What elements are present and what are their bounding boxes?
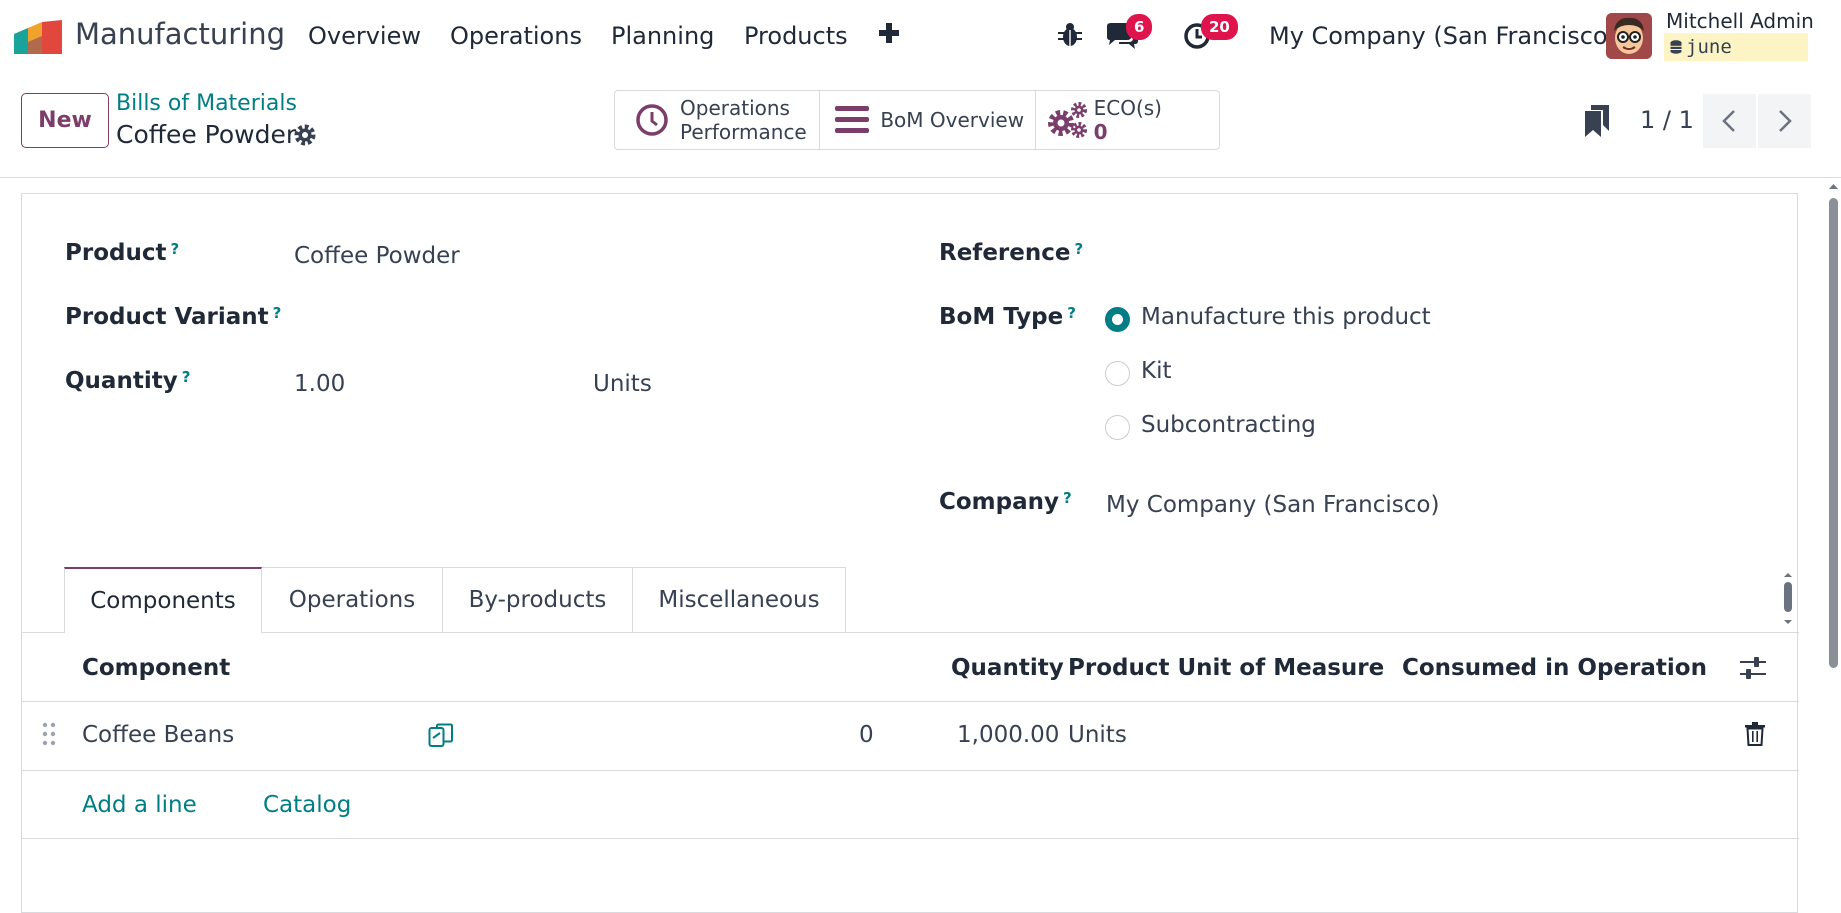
quantity-help[interactable]: ? xyxy=(182,368,191,386)
table-bottom-divider xyxy=(22,838,1799,839)
bom-type-label: BoM Type? xyxy=(939,304,1076,330)
cell-quantity[interactable]: 1,000.00 xyxy=(957,722,1059,748)
cell-forecast: 0 xyxy=(859,722,874,748)
operations-performance-line2: Performance xyxy=(680,120,807,144)
tab-by-products[interactable]: By-products xyxy=(442,567,633,633)
company-help[interactable]: ? xyxy=(1063,489,1072,507)
form-sheet: Product? Coffee Powder Product Variant? … xyxy=(21,193,1799,913)
table-row[interactable] xyxy=(22,702,1799,770)
company-label: Company? xyxy=(939,489,1072,515)
row-divider xyxy=(22,770,1799,771)
copy-bom-icon[interactable] xyxy=(428,723,454,749)
smart-buttons: Operations Performance BoM Overview ECO(… xyxy=(614,90,1220,150)
cell-component[interactable]: Coffee Beans xyxy=(82,722,234,748)
user-avatar[interactable] xyxy=(1606,13,1652,59)
quantity-label: Quantity? xyxy=(65,368,191,394)
plus-icon[interactable] xyxy=(876,18,902,48)
chevron-left-icon xyxy=(1722,110,1735,132)
chevron-right-icon xyxy=(1779,110,1792,132)
trash-icon[interactable] xyxy=(1745,722,1765,746)
bom-type-subcontracting-radio[interactable] xyxy=(1105,415,1130,440)
bom-type-manufacture-radio[interactable] xyxy=(1105,307,1130,332)
reference-help[interactable]: ? xyxy=(1074,240,1083,258)
product-help[interactable]: ? xyxy=(170,240,179,258)
bom-type-kit-label[interactable]: Kit xyxy=(1141,358,1172,384)
cogs-icon xyxy=(1047,102,1087,138)
bookmark-icon[interactable] xyxy=(1585,105,1609,137)
catalog-link[interactable]: Catalog xyxy=(263,792,351,818)
cell-uom[interactable]: Units xyxy=(1068,722,1127,748)
menu-operations[interactable]: Operations xyxy=(450,22,582,50)
database-name: june xyxy=(1686,36,1732,58)
tab-operations[interactable]: Operations xyxy=(261,567,443,633)
column-header-quantity[interactable]: Quantity xyxy=(951,655,1064,681)
notebook-tabs: Components Operations By-products Miscel… xyxy=(64,567,846,633)
tab-divider xyxy=(22,632,1799,633)
record-title: Coffee Powder xyxy=(116,120,297,149)
quantity-field[interactable]: 1.00 xyxy=(294,371,345,397)
inner-scrollbar[interactable] xyxy=(1778,570,1798,630)
product-variant-field[interactable] xyxy=(294,298,894,336)
operations-performance-button[interactable]: Operations Performance xyxy=(615,91,821,149)
bug-icon[interactable] xyxy=(1058,22,1082,48)
reference-field[interactable] xyxy=(1106,234,1756,272)
clock-icon xyxy=(636,104,668,136)
bom-type-manufacture-label[interactable]: Manufacture this product xyxy=(1141,304,1431,330)
bom-type-subcontracting-label[interactable]: Subcontracting xyxy=(1141,412,1316,438)
eco-count: 0 xyxy=(1093,120,1108,144)
breadcrumb-bills-of-materials[interactable]: Bills of Materials xyxy=(116,91,297,116)
column-header-consumed-in-operation[interactable]: Consumed in Operation xyxy=(1402,655,1707,681)
pager-next-button[interactable] xyxy=(1758,94,1811,148)
menu-planning[interactable]: Planning xyxy=(611,22,714,50)
product-variant-help[interactable]: ? xyxy=(273,304,282,322)
list-icon xyxy=(835,106,870,133)
messages-badge: 6 xyxy=(1126,14,1153,40)
add-a-line-link[interactable]: Add a line xyxy=(82,792,197,818)
database-tag: june xyxy=(1664,33,1808,61)
tab-components[interactable]: Components xyxy=(64,567,262,633)
new-button[interactable]: New xyxy=(21,93,109,148)
tab-miscellaneous[interactable]: Miscellaneous xyxy=(632,567,846,633)
bom-overview-label: BoM Overview xyxy=(880,108,1025,132)
pager-value[interactable]: 1 / 1 xyxy=(1640,106,1694,134)
eco-label: ECO(s) xyxy=(1093,96,1162,120)
manufacturing-app-icon[interactable] xyxy=(14,20,62,54)
product-variant-label: Product Variant? xyxy=(65,304,282,330)
bom-type-help[interactable]: ? xyxy=(1067,304,1076,322)
eco-button[interactable]: ECO(s) 0 xyxy=(1036,91,1219,149)
optional-columns-icon[interactable] xyxy=(1739,655,1767,681)
column-header-component[interactable]: Component xyxy=(82,655,230,681)
menu-overview[interactable]: Overview xyxy=(308,22,421,50)
column-header-uom[interactable]: Product Unit of Measure xyxy=(1068,655,1384,681)
bom-overview-button[interactable]: BoM Overview xyxy=(820,91,1036,149)
gear-icon[interactable] xyxy=(293,123,317,147)
operations-performance-line1: Operations xyxy=(680,96,790,120)
app-name[interactable]: Manufacturing xyxy=(75,17,285,51)
control-panel: New Bills of Materials Coffee Powder Ope… xyxy=(0,73,1841,178)
quantity-uom-field[interactable]: Units xyxy=(593,371,652,397)
reference-label: Reference? xyxy=(939,240,1084,266)
drag-handle-icon[interactable] xyxy=(42,722,56,746)
product-label: Product? xyxy=(65,240,180,266)
bom-type-kit-radio[interactable] xyxy=(1105,361,1130,386)
company-field[interactable]: My Company (San Francisco) xyxy=(1106,492,1439,518)
menu-products[interactable]: Products xyxy=(744,22,848,50)
activities-badge: 20 xyxy=(1201,14,1238,40)
company-switcher[interactable]: My Company (San Francisco) xyxy=(1269,22,1617,50)
top-navbar: Manufacturing Overview Operations Planni… xyxy=(0,0,1841,73)
database-icon xyxy=(1670,40,1682,54)
user-name[interactable]: Mitchell Admin xyxy=(1666,9,1814,33)
pager-previous-button[interactable] xyxy=(1703,94,1756,148)
product-field[interactable]: Coffee Powder xyxy=(294,243,460,269)
page-scrollbar[interactable] xyxy=(1826,180,1841,902)
